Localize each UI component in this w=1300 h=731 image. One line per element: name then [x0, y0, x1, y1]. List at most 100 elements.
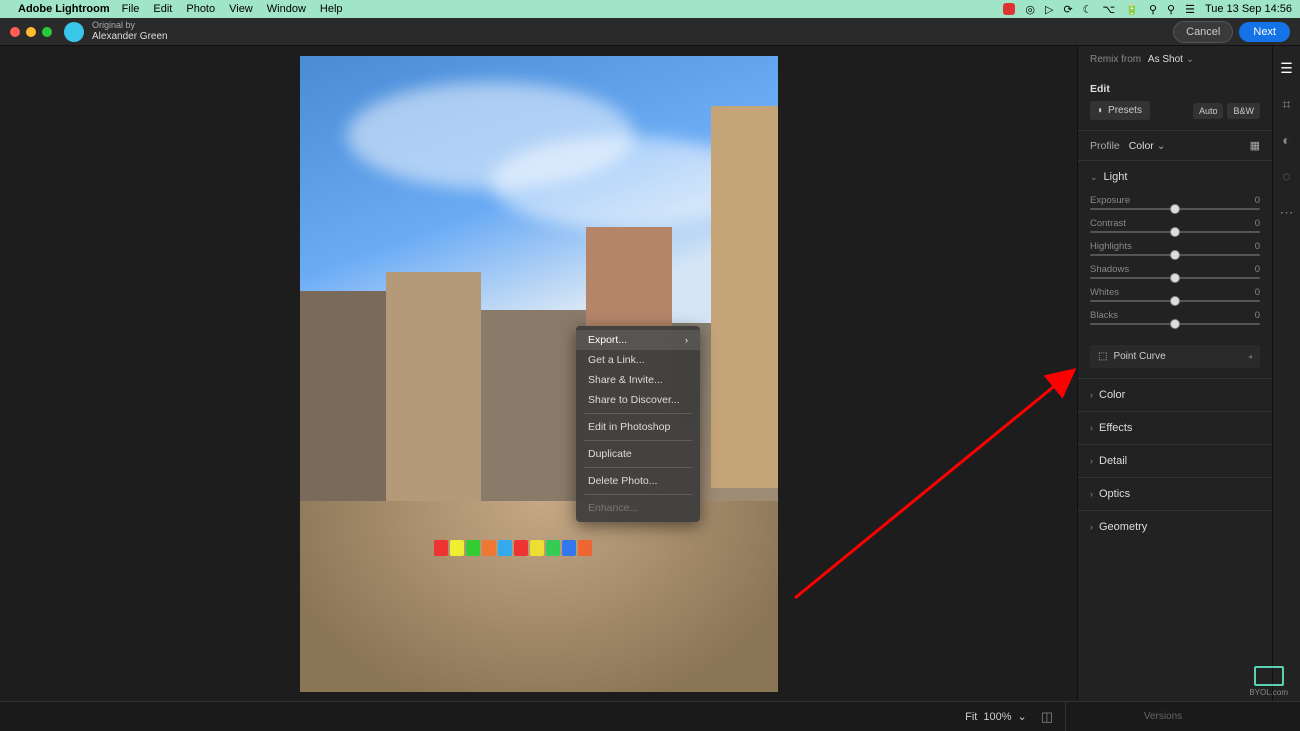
effects-label: Effects — [1099, 422, 1132, 434]
do-not-disturb-icon[interactable]: ☾ — [1083, 3, 1093, 16]
cancel-button[interactable]: Cancel — [1173, 21, 1233, 43]
status-icon[interactable]: ⟳ — [1063, 3, 1072, 16]
menu-item-label: Share to Discover... — [588, 394, 680, 406]
menu-photo[interactable]: Photo — [186, 3, 215, 15]
auto-button[interactable]: Auto — [1193, 103, 1224, 119]
profile-row[interactable]: Profile Color ⌄ ▦ — [1078, 130, 1272, 160]
wifi-icon[interactable]: ⚲ — [1149, 3, 1157, 16]
context-menu-item[interactable]: Duplicate — [576, 444, 700, 464]
control-center-icon[interactable]: ☰ — [1185, 3, 1195, 16]
avatar[interactable] — [64, 22, 84, 42]
healing-tool-icon[interactable]: ◐ — [1279, 132, 1295, 148]
chevron-down-icon: ⌄ — [1090, 172, 1098, 183]
menu-item-label: Enhance... — [588, 502, 638, 514]
context-menu-item[interactable]: Get a Link... — [576, 350, 700, 370]
menu-window[interactable]: Window — [267, 3, 306, 15]
context-menu-item[interactable]: Edit in Photoshop — [576, 417, 700, 437]
versions-button[interactable]: Versions — [1065, 702, 1260, 731]
slider-thumb[interactable] — [1170, 319, 1180, 329]
menu-help[interactable]: Help — [320, 3, 343, 15]
close-window-button[interactable] — [10, 27, 20, 37]
chevron-right-icon: › — [1090, 423, 1093, 433]
remix-from-row[interactable]: Remix from As Shot ⌄ — [1078, 46, 1272, 73]
context-menu-item[interactable]: Share to Discover... — [576, 390, 700, 410]
spotlight-icon[interactable]: ⚲ — [1167, 3, 1175, 16]
context-menu-item[interactable]: Share & Invite... — [576, 370, 700, 390]
slider-name: Blacks — [1090, 310, 1118, 321]
more-tool-icon[interactable]: ⋯ — [1279, 204, 1295, 220]
point-curve-button[interactable]: ⬚ Point Curve ◂ — [1090, 345, 1260, 368]
menu-item-label: Share & Invite... — [588, 374, 663, 386]
slider-thumb[interactable] — [1170, 227, 1180, 237]
tool-rail: ☰ ⌗ ◐ ◌ ⋯ — [1272, 46, 1300, 701]
photo-preview[interactable] — [300, 56, 778, 692]
battery-icon[interactable]: 🔋 — [1125, 3, 1139, 16]
bluetooth-icon[interactable]: ⌥ — [1103, 3, 1116, 16]
separator — [584, 467, 692, 468]
status-icon[interactable]: ◎ — [1025, 3, 1035, 16]
recording-indicator-icon[interactable] — [1003, 3, 1015, 15]
light-section-header[interactable]: ⌄ Light — [1078, 161, 1272, 193]
menubar-clock[interactable]: Tue 13 Sep 14:56 — [1205, 3, 1292, 15]
optics-label: Optics — [1099, 488, 1130, 500]
separator — [584, 440, 692, 441]
slider-value: 0 — [1255, 195, 1260, 206]
color-section-header[interactable]: ›Color — [1078, 379, 1272, 411]
author-name: Alexander Green — [92, 31, 168, 42]
minimize-window-button[interactable] — [26, 27, 36, 37]
slider-thumb[interactable] — [1170, 250, 1180, 260]
remix-value: As Shot — [1148, 54, 1183, 65]
chevron-down-icon: ⌄ — [1017, 710, 1026, 723]
detail-section-header[interactable]: ›Detail — [1078, 445, 1272, 477]
light-section: ⌄ Light Exposure0Contrast0Highlights0Sha… — [1078, 160, 1272, 368]
point-curve-label: Point Curve — [1113, 351, 1165, 362]
zoom-control[interactable]: Fit 100% ⌄ — [965, 710, 1027, 723]
context-menu-item[interactable]: Delete Photo... — [576, 471, 700, 491]
remix-label: Remix from — [1090, 54, 1141, 65]
slider-thumb[interactable] — [1170, 296, 1180, 306]
slider-track[interactable] — [1090, 231, 1260, 233]
context-menu-item[interactable]: Export...› — [576, 330, 700, 350]
light-label: Light — [1104, 171, 1128, 183]
menu-edit[interactable]: Edit — [153, 3, 172, 15]
slider-thumb[interactable] — [1170, 273, 1180, 283]
compare-view-icon[interactable]: ◫ — [1041, 709, 1053, 725]
slider-highlights: Highlights0 — [1090, 241, 1260, 256]
presets-button[interactable]: ◐Presets — [1090, 101, 1150, 120]
context-menu-item: Enhance... — [576, 498, 700, 518]
slider-track[interactable] — [1090, 277, 1260, 279]
slider-track[interactable] — [1090, 208, 1260, 210]
effects-section-header[interactable]: › Effects — [1078, 412, 1272, 444]
next-button[interactable]: Next — [1239, 22, 1290, 42]
slider-name: Whites — [1090, 287, 1119, 298]
slider-blacks: Blacks0 — [1090, 310, 1260, 325]
edit-panel: Remix from As Shot ⌄ Edit ◐Presets Auto … — [1077, 46, 1272, 701]
status-icon[interactable]: ▷ — [1045, 3, 1053, 16]
slider-contrast: Contrast0 — [1090, 218, 1260, 233]
bottom-bar: Fit 100% ⌄ ◫ Versions — [0, 701, 1300, 731]
menu-file[interactable]: File — [122, 3, 140, 15]
profile-label: Profile — [1090, 140, 1120, 152]
edit-tool-icon[interactable]: ☰ — [1279, 60, 1295, 76]
chevron-right-icon: › — [685, 335, 688, 345]
watermark: BYOL.com — [1249, 666, 1288, 697]
masking-tool-icon[interactable]: ◌ — [1279, 168, 1295, 184]
slider-name: Contrast — [1090, 218, 1126, 229]
menu-view[interactable]: View — [229, 3, 253, 15]
menu-item-label: Duplicate — [588, 448, 632, 460]
menu-item-label: Get a Link... — [588, 354, 645, 366]
original-by-label: Original by — [92, 21, 168, 31]
geometry-section-header[interactable]: ›Geometry — [1078, 511, 1272, 543]
slider-track[interactable] — [1090, 300, 1260, 302]
slider-thumb[interactable] — [1170, 204, 1180, 214]
canvas-area[interactable] — [0, 46, 1077, 701]
maximize-window-button[interactable] — [42, 27, 52, 37]
fit-label: Fit — [965, 711, 977, 723]
slider-track[interactable] — [1090, 254, 1260, 256]
slider-track[interactable] — [1090, 323, 1260, 325]
crop-tool-icon[interactable]: ⌗ — [1279, 96, 1295, 112]
bw-button[interactable]: B&W — [1227, 103, 1260, 119]
profile-browser-icon[interactable]: ▦ — [1250, 139, 1260, 152]
optics-section-header[interactable]: ›Optics — [1078, 478, 1272, 510]
menubar-app-name[interactable]: Adobe Lightroom — [18, 3, 110, 15]
